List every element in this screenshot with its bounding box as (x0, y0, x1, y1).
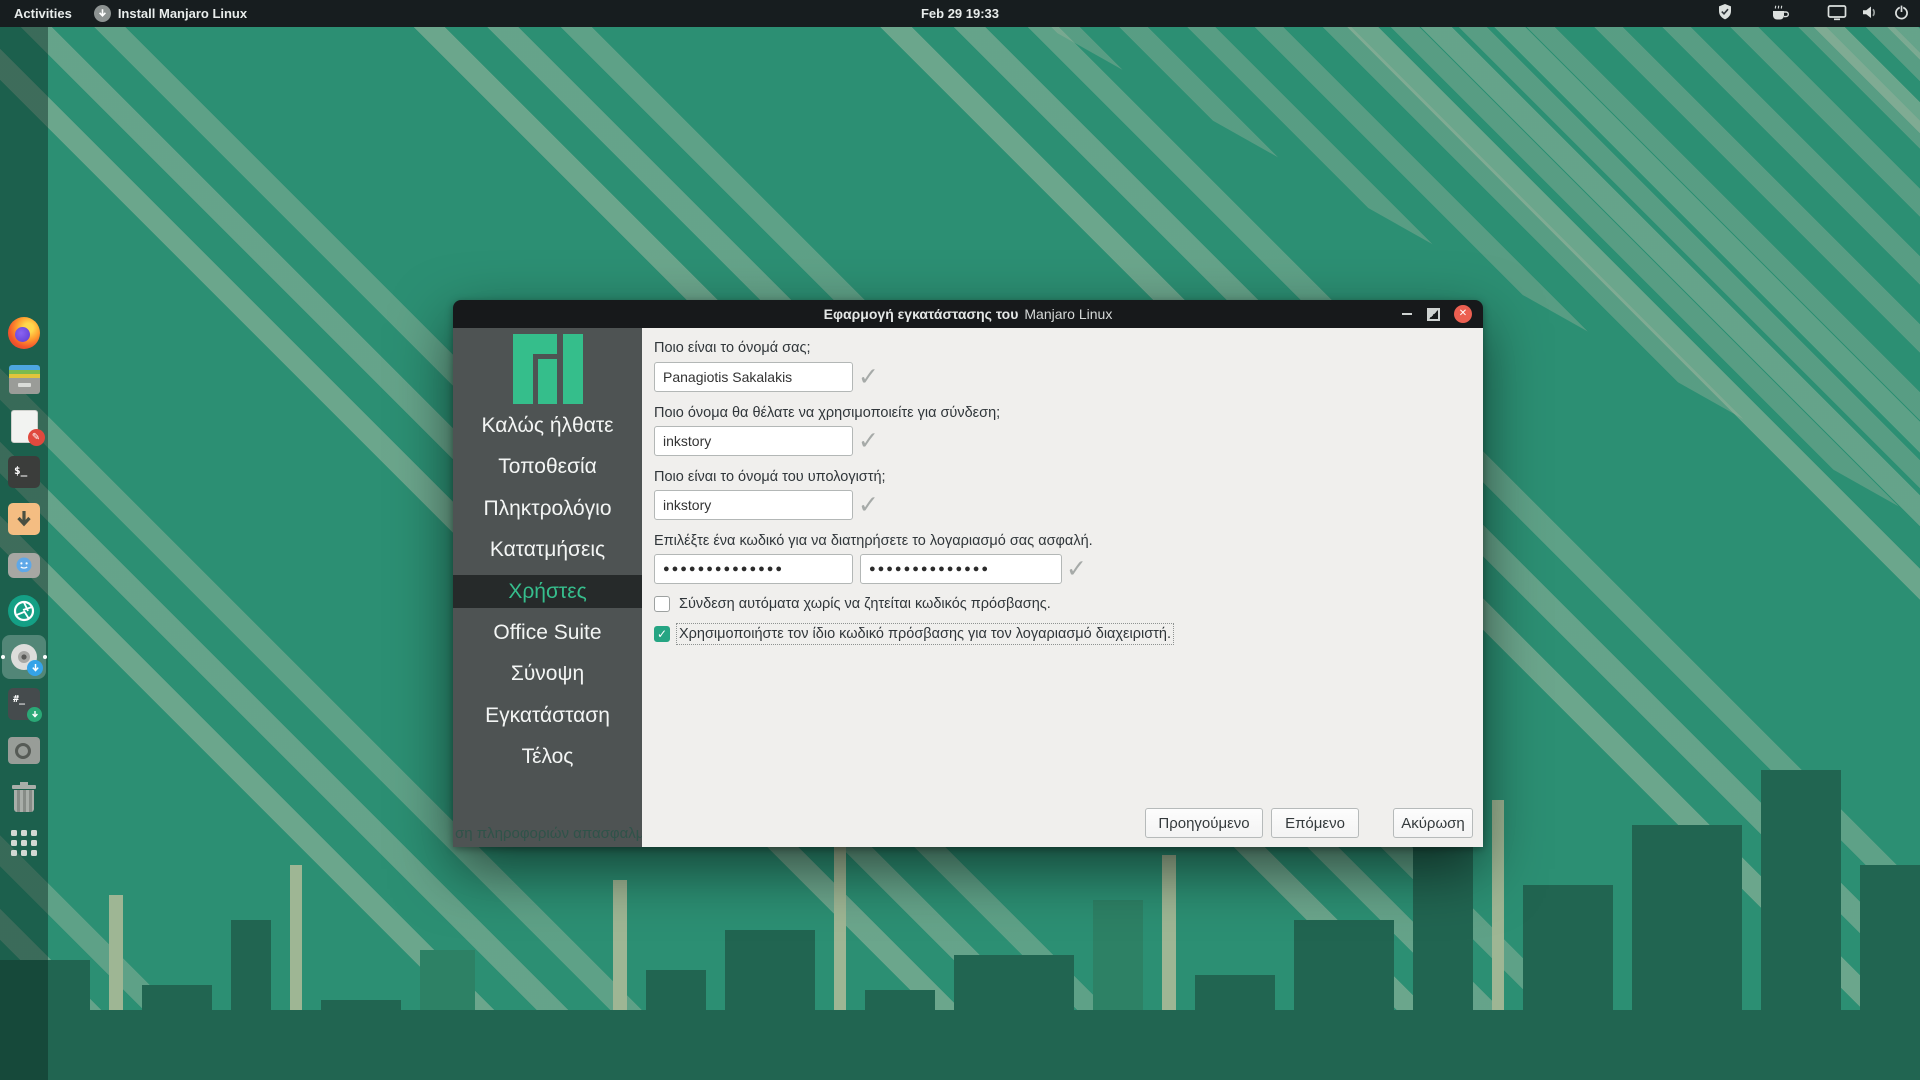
dock-item-chat[interactable] (2, 543, 46, 587)
installer-cd-icon (7, 640, 41, 674)
close-button[interactable]: ✕ (1451, 300, 1475, 328)
valid-check-icon: ✓ (858, 490, 879, 520)
power-icon[interactable] (1893, 4, 1910, 24)
skyline-base (0, 1010, 1920, 1080)
text-editor-icon: ✎ (11, 410, 38, 443)
dock-item-text-editor[interactable]: ✎ (2, 404, 46, 448)
app-grid-icon (11, 830, 37, 856)
firefox-icon (8, 317, 40, 349)
step-location: Τοποθεσία (453, 446, 642, 487)
step-welcome: Καλώς ήλθατε (453, 405, 642, 446)
step-users-active: Χρήστες (453, 575, 642, 608)
activities-button[interactable]: Activities (0, 0, 86, 27)
back-button[interactable]: Προηγούμενο (1145, 808, 1263, 838)
clock[interactable]: Feb 29 19:33 (921, 0, 999, 27)
step-install: Εγκατάσταση (453, 695, 642, 736)
step-finish: Τέλος (453, 736, 642, 777)
name-label: Ποιο είναι το όνομά σας; (654, 340, 811, 356)
step-partitions: Κατατμήσεις (453, 529, 642, 570)
terminal-icon: $_ (8, 456, 40, 488)
same-password-row: ✓ Χρησιμοποιήστε τον ίδιο κωδικό πρόσβασ… (654, 626, 1171, 642)
dock-item-trash[interactable] (2, 775, 46, 819)
password-label: Επιλέξτε ένα κωδικό για να διατηρήσετε τ… (654, 533, 1093, 549)
chat-bubble-icon (8, 553, 40, 578)
shield-check-icon[interactable] (1716, 3, 1734, 25)
dock-item-screenshot-tool[interactable] (2, 589, 46, 633)
smiley-icon (16, 557, 32, 573)
display-icon[interactable] (1827, 4, 1847, 24)
window-title: Εφαρμογή εγκατάστασης τουManjaro Linux (453, 300, 1483, 328)
update-badge-icon (27, 707, 42, 722)
dock-item-file-archive[interactable] (2, 357, 46, 401)
dock: ✎ $_ (0, 27, 48, 1080)
running-indicator-dot (1, 655, 5, 659)
password-confirm-input[interactable] (860, 554, 1062, 584)
autologin-row: Σύνδεση αυτόματα χωρίς να ζητείται κωδικ… (654, 596, 1051, 612)
installer-sidebar: Καλώς ήλθατε Τοποθεσία Πληκτρολόγιο Κατα… (453, 328, 642, 847)
valid-check-icon: ✓ (1066, 554, 1087, 584)
dock-item-firefox[interactable] (2, 311, 46, 355)
manjaro-logo-icon (513, 334, 583, 409)
username-input[interactable] (654, 426, 853, 456)
same-password-label: Χρησιμοποιήστε τον ίδιο κωδικό πρόσβασης… (679, 626, 1171, 642)
file-archive-icon (9, 365, 40, 394)
installer-steps: Καλώς ήλθατε Τοποθεσία Πληκτρολόγιο Κατα… (453, 405, 642, 778)
dock-item-app-grid[interactable] (2, 821, 46, 865)
autologin-checkbox[interactable] (654, 596, 670, 612)
download-arrow-icon (8, 503, 40, 535)
top-bar: Activities Install Manjaro Linux Feb 29 … (0, 0, 1920, 27)
desktop: Activities Install Manjaro Linux Feb 29 … (0, 0, 1920, 1080)
username-label: Ποιο όνομα θα θέλατε να χρησιμοποιείτε γ… (654, 405, 1000, 421)
installer-appmenu-icon (94, 5, 111, 22)
title-bar[interactable]: Εφαρμογή εγκατάστασης τουManjaro Linux ✕ (453, 300, 1483, 328)
download-badge-icon (27, 660, 43, 676)
trash-icon (11, 782, 37, 813)
users-form: Ποιο είναι το όνομά σας; ✓ Ποιο όνομα θα… (642, 328, 1483, 847)
valid-check-icon: ✓ (858, 426, 879, 456)
hostname-label: Ποιο είναι το όνομά του υπολογιστή; (654, 469, 886, 485)
hard-drive-icon (8, 737, 40, 764)
minimize-button[interactable] (1395, 300, 1419, 328)
restore-button[interactable] (1421, 300, 1445, 328)
hostname-input[interactable] (654, 490, 853, 520)
focused-app-menu[interactable]: Install Manjaro Linux (86, 0, 255, 27)
password-input[interactable] (654, 554, 853, 584)
next-button[interactable]: Επόμενο (1271, 808, 1359, 838)
dock-item-disks[interactable] (2, 728, 46, 772)
close-icon: ✕ (1454, 305, 1472, 323)
camera-shutter-icon (8, 595, 40, 627)
running-indicator-dot (43, 655, 47, 659)
sidebar-status-text: ση πληροφοριών απασφαλμά (455, 825, 642, 842)
autologin-label: Σύνδεση αυτόματα χωρίς να ζητείται κωδικ… (679, 596, 1051, 612)
dock-item-downloads[interactable] (2, 497, 46, 541)
volume-icon[interactable] (1861, 4, 1879, 24)
dock-item-manjaro-installer[interactable] (2, 635, 46, 679)
step-summary: Σύνοψη (453, 653, 642, 694)
package-terminal-icon: #_ (8, 688, 40, 720)
name-input[interactable] (654, 362, 853, 392)
coffee-cup-icon[interactable] (1770, 3, 1791, 25)
focused-app-label: Install Manjaro Linux (118, 6, 247, 21)
installer-window: Εφαρμογή εγκατάστασης τουManjaro Linux ✕ (453, 300, 1483, 847)
step-keyboard: Πληκτρολόγιο (453, 488, 642, 529)
step-office-suite: Office Suite (453, 612, 642, 653)
dock-item-package-manager[interactable]: #_ (2, 682, 46, 726)
system-tray (1716, 0, 1910, 27)
valid-check-icon: ✓ (858, 362, 879, 392)
pencil-badge-icon: ✎ (28, 429, 45, 446)
cancel-button[interactable]: Ακύρωση (1393, 808, 1473, 838)
same-password-checkbox[interactable]: ✓ (654, 626, 670, 642)
dock-item-terminal[interactable]: $_ (2, 450, 46, 494)
